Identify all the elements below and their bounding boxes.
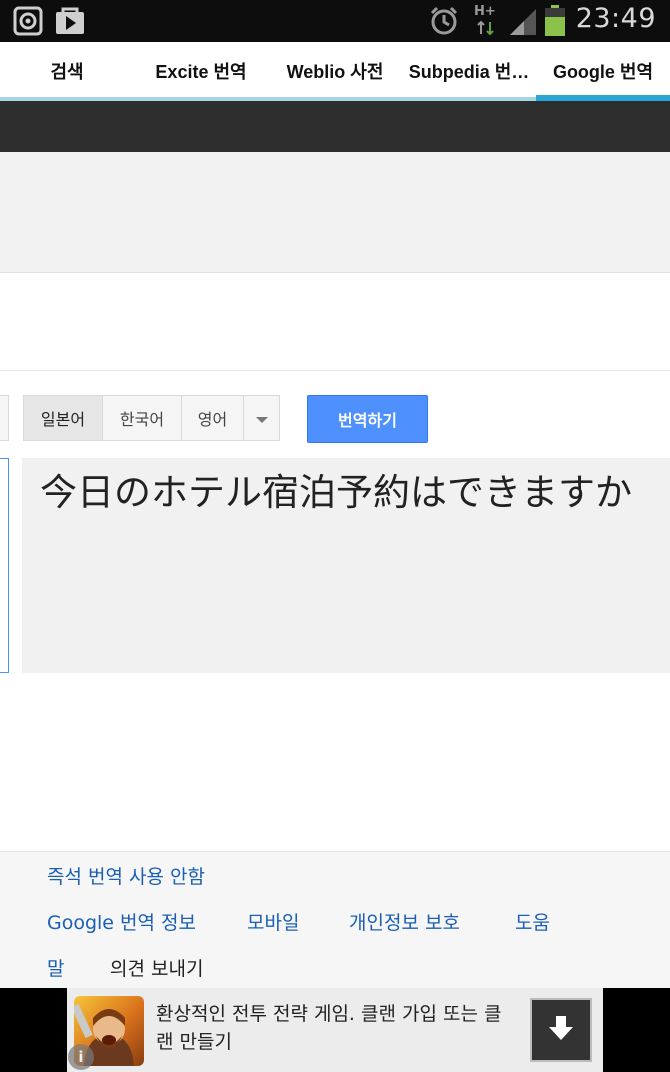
language-dropdown-button[interactable] <box>243 395 280 441</box>
send-feedback-link[interactable]: 의견 보내기 <box>110 954 203 981</box>
ad-info-icon[interactable]: i <box>68 1044 94 1070</box>
translation-result-text: 今日のホテル宿泊予約はできますか <box>40 471 632 514</box>
tab-subpedia[interactable]: Subpedia 번… <box>402 42 536 100</box>
tab-weblio-dictionary[interactable]: Weblio 사전 <box>268 42 402 100</box>
mobile-link[interactable]: 모바일 <box>247 908 299 935</box>
battery-icon <box>544 5 566 41</box>
clock: 23:49 <box>575 3 656 34</box>
lang-korean-button[interactable]: 한국어 <box>102 395 182 441</box>
about-google-translate-link[interactable]: Google 번역 정보 <box>47 908 196 935</box>
help-link[interactable]: 도움 <box>515 908 550 935</box>
help-link-continuation[interactable]: 말 <box>47 954 64 981</box>
lang-english-button[interactable]: 영어 <box>181 395 244 441</box>
header-banner <box>0 152 670 273</box>
status-bar: H+ 23:49 <box>0 0 670 42</box>
tab-bar: 검색 Excite 번역 Weblio 사전 Subpedia 번… Googl… <box>0 42 670 100</box>
ad-download-button[interactable] <box>530 998 592 1062</box>
alarm-icon <box>428 5 460 41</box>
ad-text[interactable]: 환상적인 전투 전략 게임. 클랜 가입 또는 클랜 만들기 <box>156 1000 516 1056</box>
privacy-link[interactable]: 개인정보 보호 <box>349 908 460 935</box>
media-player-icon <box>13 6 43 36</box>
divider <box>0 370 670 371</box>
chevron-down-icon <box>255 409 269 428</box>
signal-icon <box>508 7 538 41</box>
google-header-bar <box>0 101 670 152</box>
source-text-input[interactable] <box>0 458 9 673</box>
tab-search[interactable]: 검색 <box>0 42 134 100</box>
network-icon: H+ <box>474 4 500 38</box>
play-store-icon <box>54 6 84 36</box>
source-language-button[interactable] <box>0 395 9 441</box>
tab-google-translate[interactable]: Google 번역 <box>536 42 670 100</box>
translate-button[interactable]: 번역하기 <box>307 395 428 443</box>
tab-excite-translate[interactable]: Excite 번역 <box>134 42 268 100</box>
download-arrow-icon <box>547 1014 575 1046</box>
instant-translate-off-link[interactable]: 즉석 번역 사용 안함 <box>47 862 205 889</box>
footer: 즉석 번역 사용 안함 Google 번역 정보 모바일 개인정보 보호 도움 … <box>0 852 670 988</box>
lang-japanese-button[interactable]: 일본어 <box>23 395 103 441</box>
